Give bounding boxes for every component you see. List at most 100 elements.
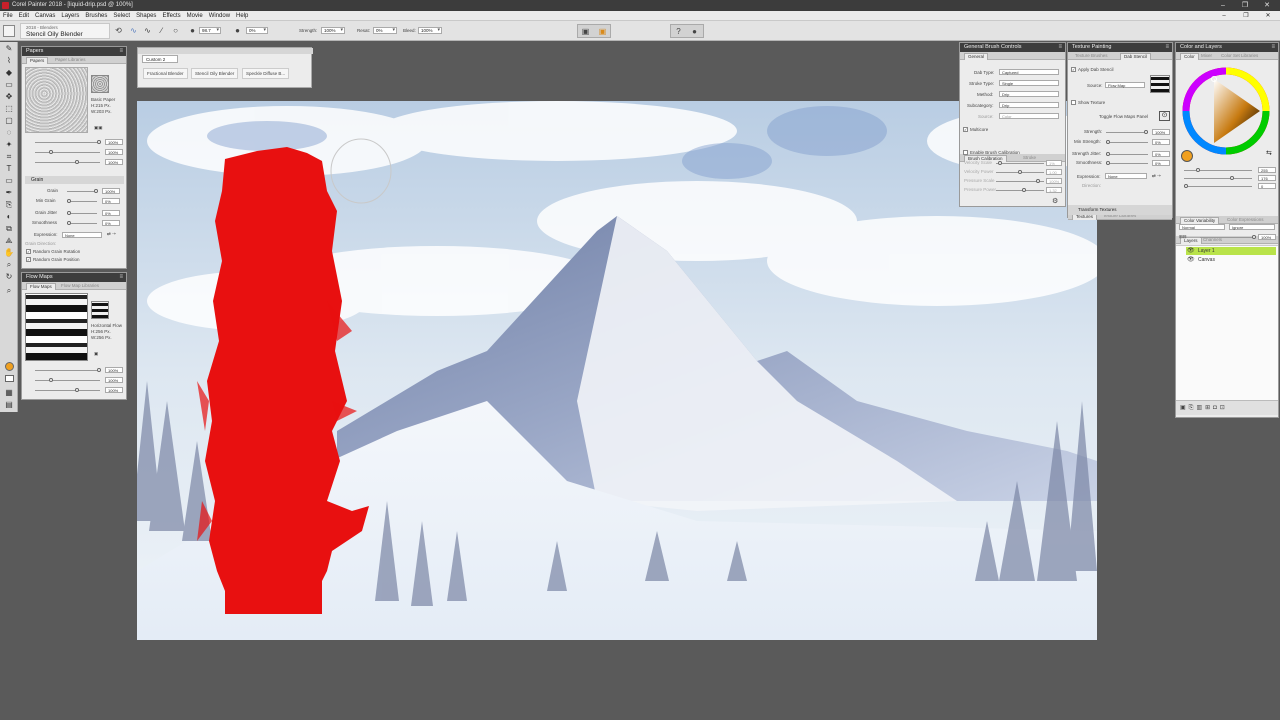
- tp-strength-value[interactable]: 100%: [1152, 129, 1170, 135]
- panel-menu-icon[interactable]: ≡: [1271, 43, 1275, 52]
- tp-strength-jitter-value[interactable]: 0%: [1152, 151, 1170, 157]
- freehand-icon[interactable]: ∿: [143, 26, 152, 35]
- magnifier-tool-icon[interactable]: ⌕: [4, 260, 14, 270]
- min-grain-value[interactable]: 0%: [102, 198, 120, 204]
- min-grain-slider[interactable]: [67, 199, 97, 203]
- random-position-checkbox[interactable]: ✓: [26, 257, 31, 262]
- minimize-button[interactable]: –: [1212, 0, 1234, 11]
- source-dropdown[interactable]: Flow Map: [1105, 82, 1145, 88]
- random-rotation-checkbox[interactable]: ✓: [26, 249, 31, 254]
- layer-opacity-value[interactable]: 100%: [1258, 234, 1276, 240]
- grain-jitter-slider[interactable]: [67, 211, 97, 215]
- tab-general[interactable]: General: [964, 53, 989, 60]
- tab-flow-map-libraries[interactable]: Flow Map Libraries: [58, 283, 102, 288]
- media-selector-icon[interactable]: ▤: [4, 400, 14, 410]
- tp-min-strength-slider[interactable]: [1106, 140, 1148, 144]
- pressure-scale-slider[interactable]: [996, 179, 1044, 183]
- expression-invert-icon[interactable]: ⇄ ⇢: [107, 231, 116, 237]
- velocity-power-slider[interactable]: [996, 170, 1044, 174]
- subcategory-dropdown[interactable]: Drip: [999, 102, 1059, 108]
- expression-dropdown[interactable]: None: [62, 232, 102, 238]
- lasso-tool-icon[interactable]: ◌: [4, 128, 14, 138]
- main-color-swatch[interactable]: [5, 362, 14, 371]
- tab-texture-brushes[interactable]: Texture Brushes: [1072, 53, 1111, 58]
- settings-icon[interactable]: ●: [690, 27, 699, 36]
- layer-row-layer1[interactable]: 👁 Layer 1: [1186, 247, 1276, 255]
- flow-map-swatch[interactable]: [91, 301, 109, 319]
- maximize-button[interactable]: ❐: [1234, 0, 1256, 11]
- tab-paper-libraries[interactable]: Paper Libraries: [52, 57, 89, 62]
- paper-contrast-value[interactable]: 100%: [105, 149, 123, 155]
- menu-select[interactable]: Select: [110, 11, 133, 21]
- brush-selector[interactable]: 2018 - Blenders Stencil Oily Blender: [20, 23, 110, 39]
- eraser-tool-icon[interactable]: ▭: [4, 80, 14, 90]
- perspective-tool-icon[interactable]: ⟁: [4, 236, 14, 246]
- layer-lock-icons[interactable]: ⊞⊟: [1179, 234, 1187, 240]
- tp-expression-invert-icon[interactable]: ⇄ ⇢: [1152, 173, 1161, 179]
- paint-bucket-icon[interactable]: ◆: [4, 68, 14, 78]
- tp-smoothness-value[interactable]: 0%: [1152, 160, 1170, 166]
- pen-tool-icon[interactable]: ✒: [4, 188, 14, 198]
- size-field[interactable]: 98.7: [199, 27, 221, 34]
- flow-scale-value[interactable]: 100%: [105, 367, 123, 373]
- layers-toolbar[interactable]: ▣⎘▥⊞◘⊡: [1176, 400, 1278, 415]
- panel-menu-icon[interactable]: ≡: [1165, 43, 1169, 52]
- tab-color-variability[interactable]: Color Variability: [1180, 217, 1220, 224]
- tab-color-set-libraries[interactable]: Color Set Libraries: [1218, 53, 1261, 58]
- panel-menu-icon[interactable]: ≡: [1058, 43, 1062, 52]
- current-color-swatch[interactable]: [1181, 150, 1193, 162]
- preserve-dropdown[interactable]: Ignore: [1229, 224, 1275, 230]
- help-icon[interactable]: ?: [674, 27, 683, 36]
- brush-tool-icon[interactable]: ✎: [4, 44, 14, 54]
- bleed-field[interactable]: 100%: [418, 27, 442, 34]
- dab-type-dropdown[interactable]: Captured: [999, 69, 1059, 75]
- tab-papers[interactable]: Papers: [26, 57, 49, 64]
- doc-restore-icon[interactable]: ❐: [1236, 11, 1256, 21]
- tp-min-strength-value[interactable]: 0%: [1152, 139, 1170, 145]
- menu-edit[interactable]: Edit: [16, 11, 32, 21]
- dodge-tool-icon[interactable]: ◐: [4, 212, 14, 222]
- source-dropdown[interactable]: Color: [999, 113, 1059, 119]
- grain-section-header[interactable]: Grain: [25, 176, 124, 184]
- tab-dab-stencil[interactable]: Dab Stencil: [1120, 53, 1152, 60]
- rotate-page-icon[interactable]: ↻: [4, 272, 14, 282]
- menu-window[interactable]: Window: [206, 11, 233, 21]
- multicore-checkbox[interactable]: ✓: [963, 127, 968, 132]
- pressure-power-value[interactable]: 1.32: [1046, 187, 1062, 193]
- tab-stroke[interactable]: Stroke: [1020, 155, 1039, 160]
- rectangle-select-icon[interactable]: ▢: [4, 116, 14, 126]
- texture-painting-header[interactable]: Texture Painting ≡: [1068, 43, 1172, 52]
- strength-field[interactable]: 100%: [321, 27, 345, 34]
- tab-color-expressions[interactable]: Color Expressions: [1224, 217, 1267, 222]
- brush-selector-icon[interactable]: [3, 25, 15, 37]
- workspace-icon[interactable]: ▣: [598, 27, 607, 36]
- paper-brightness-value[interactable]: 100%: [105, 159, 123, 165]
- general-brush-header[interactable]: General Brush Controls ≡: [960, 43, 1065, 52]
- custom-palette-grip[interactable]: [138, 48, 313, 54]
- tab-flow-maps[interactable]: Flow Maps: [26, 283, 56, 290]
- visibility-eye-icon[interactable]: 👁: [1187, 247, 1195, 255]
- saturation-value[interactable]: 176: [1258, 175, 1276, 181]
- speckle-diffuse-button[interactable]: Speckle Diffuse B...: [242, 68, 290, 79]
- velocity-scale-slider[interactable]: [996, 161, 1044, 165]
- flow-contrast-value[interactable]: 100%: [105, 377, 123, 383]
- tp-strength-jitter-slider[interactable]: [1106, 152, 1148, 156]
- pressure-scale-value[interactable]: 100%: [1046, 178, 1062, 184]
- custom-palette-title[interactable]: Custom 2: [142, 55, 178, 63]
- value-value[interactable]: 0: [1258, 183, 1276, 189]
- velocity-power-value[interactable]: 1.00: [1046, 169, 1062, 175]
- value-slider[interactable]: [1184, 184, 1252, 188]
- transform-tool-icon[interactable]: ⬚: [4, 104, 14, 114]
- palette-arrange-icon[interactable]: ▣: [581, 27, 590, 36]
- doc-minimize-icon[interactable]: –: [1214, 11, 1234, 21]
- additional-color-swatch[interactable]: [5, 375, 14, 382]
- color-swap-icon[interactable]: ⇆: [1266, 149, 1272, 157]
- grain-slider[interactable]: [67, 189, 98, 193]
- toggle-flow-maps-icon[interactable]: ⊙: [1159, 111, 1170, 121]
- layer-adjuster-icon[interactable]: ✥: [4, 92, 14, 102]
- paper-selector-icon[interactable]: ▦: [4, 388, 14, 398]
- flow-scale-slider[interactable]: [35, 368, 101, 372]
- flow-brightness-value[interactable]: 100%: [105, 387, 123, 393]
- flow-contrast-slider[interactable]: [35, 378, 100, 382]
- paper-brightness-slider[interactable]: [35, 160, 100, 164]
